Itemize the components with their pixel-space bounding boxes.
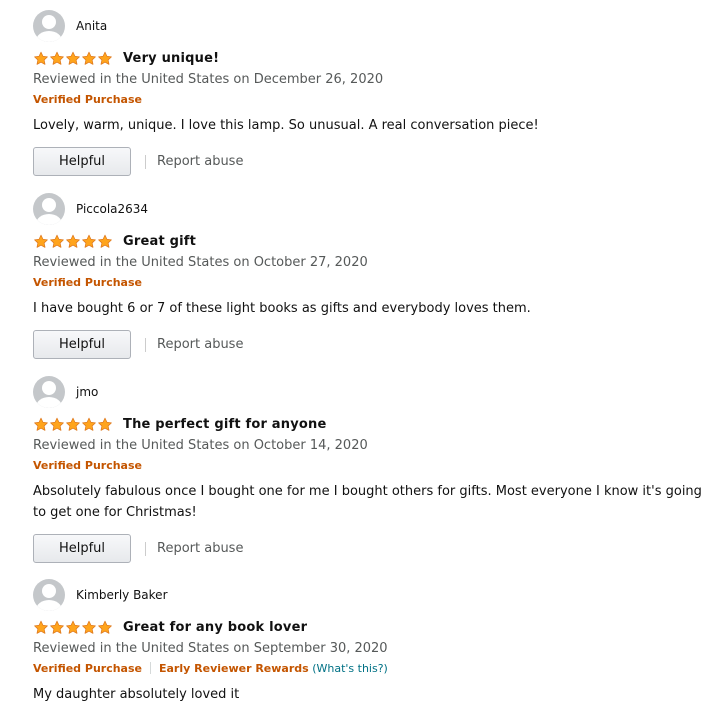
star-icon xyxy=(82,234,96,248)
star-icon xyxy=(50,417,64,431)
review-title[interactable]: Great gift xyxy=(123,234,196,249)
review-body: I have bought 6 or 7 of these light book… xyxy=(33,301,531,316)
divider xyxy=(145,541,146,556)
divider xyxy=(145,154,146,169)
whats-this-link[interactable]: (What's this?) xyxy=(312,662,388,675)
star-rating[interactable] xyxy=(33,51,113,66)
star-icon xyxy=(50,51,64,65)
review-body: My daughter absolutely loved it xyxy=(33,687,240,702)
star-icon xyxy=(82,417,96,431)
review: Piccola2634 Great gift Reviewed in the U… xyxy=(33,193,713,360)
star-icon xyxy=(82,620,96,634)
review-date: Reviewed in the United States on Septemb… xyxy=(33,641,388,656)
verified-purchase-badge: Verified Purchase xyxy=(33,276,142,289)
divider xyxy=(145,337,146,352)
review: jmo The perfect gift for anyone Reviewed… xyxy=(33,376,713,564)
review: Anita Very unique! Reviewed in the Unite… xyxy=(33,10,713,177)
verified-purchase-badge: Verified Purchase xyxy=(33,662,142,675)
review-title[interactable]: The perfect gift for anyone xyxy=(123,417,327,432)
star-icon xyxy=(66,234,80,248)
reviewer-name[interactable]: Piccola2634 xyxy=(76,202,148,216)
star-icon xyxy=(34,234,48,248)
review-date: Reviewed in the United States on October… xyxy=(33,255,368,270)
star-icon xyxy=(66,620,80,634)
helpful-button[interactable]: Helpful xyxy=(33,534,131,563)
avatar-icon xyxy=(33,376,65,408)
star-icon xyxy=(98,417,112,431)
reviewer-profile[interactable]: Kimberly Baker xyxy=(33,579,713,611)
review-date: Reviewed in the United States on October… xyxy=(33,438,368,453)
star-rating[interactable] xyxy=(33,417,113,432)
star-icon xyxy=(50,234,64,248)
report-abuse-link[interactable]: Report abuse xyxy=(157,541,243,556)
review-body: Absolutely fabulous once I bought one fo… xyxy=(33,484,702,520)
reviewer-name[interactable]: jmo xyxy=(76,385,98,399)
star-icon xyxy=(98,234,112,248)
star-icon xyxy=(98,51,112,65)
reviewer-profile[interactable]: jmo xyxy=(33,376,713,408)
star-icon xyxy=(98,620,112,634)
review-title[interactable]: Very unique! xyxy=(123,51,219,66)
report-abuse-link[interactable]: Report abuse xyxy=(157,154,243,169)
star-icon xyxy=(34,620,48,634)
star-icon xyxy=(66,417,80,431)
star-icon xyxy=(50,620,64,634)
early-reviewer-badge: Early Reviewer Rewards xyxy=(159,662,309,675)
star-icon xyxy=(34,51,48,65)
review-body: Lovely, warm, unique. I love this lamp. … xyxy=(33,118,539,133)
helpful-button[interactable]: Helpful xyxy=(33,147,131,176)
review-date: Reviewed in the United States on Decembe… xyxy=(33,72,384,87)
avatar-icon xyxy=(33,10,65,42)
reviewer-name[interactable]: Anita xyxy=(76,19,107,33)
helpful-button[interactable]: Helpful xyxy=(33,330,131,359)
avatar-icon xyxy=(33,579,65,611)
star-icon xyxy=(34,417,48,431)
reviewer-profile[interactable]: Piccola2634 xyxy=(33,193,713,225)
star-rating[interactable] xyxy=(33,234,113,249)
divider xyxy=(150,662,151,674)
avatar-icon xyxy=(33,193,65,225)
reviewer-profile[interactable]: Anita xyxy=(33,10,713,42)
reviewer-name[interactable]: Kimberly Baker xyxy=(76,588,168,602)
star-rating[interactable] xyxy=(33,620,113,635)
review: Kimberly Baker Great for any book lover … xyxy=(33,579,713,705)
verified-purchase-badge: Verified Purchase xyxy=(33,459,142,472)
report-abuse-link[interactable]: Report abuse xyxy=(157,337,243,352)
star-icon xyxy=(82,51,96,65)
verified-purchase-badge: Verified Purchase xyxy=(33,93,142,106)
star-icon xyxy=(66,51,80,65)
review-title[interactable]: Great for any book lover xyxy=(123,620,307,635)
